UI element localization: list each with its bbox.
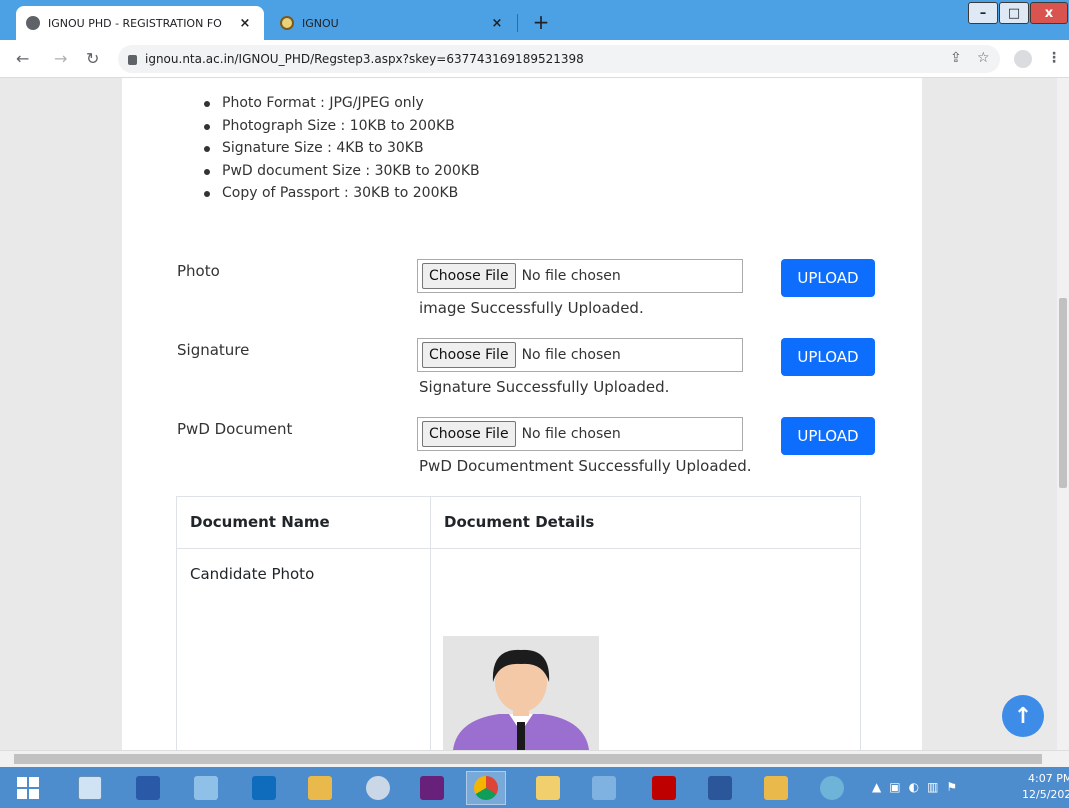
reload-icon[interactable]: ↻ [86,49,99,68]
clock-date: 12/5/2021 [1022,788,1069,801]
bookmark-star-icon[interactable]: ☆ [977,50,990,66]
chrome-icon[interactable] [466,771,506,805]
list-item: Copy of Passport : 30KB to 200KB [200,182,480,205]
lock-icon [128,55,137,65]
horizontal-scrollbar[interactable] [0,750,1069,767]
profile-avatar-icon[interactable] [1014,50,1032,68]
word-icon[interactable] [700,771,740,805]
tab-ignou[interactable]: IGNOU × [270,6,516,40]
choose-file-button[interactable]: Choose File [422,263,516,289]
file-status: No file chosen [521,268,621,284]
photo-file-input[interactable]: Choose File No file chosen [417,259,743,293]
choose-file-button[interactable]: Choose File [422,342,516,368]
ignou-logo-icon [280,16,294,30]
browser-toolbar: ← → ↻ ignou.nta.ac.in/IGNOU_PHD/Regstep3… [0,40,1069,78]
filezilla-icon[interactable] [644,771,684,805]
file-status: No file chosen [521,347,621,363]
pwd-document-upload-message: PwD Documentment Successfully Uploaded. [419,457,752,475]
back-to-top-button[interactable]: ↑ [1002,695,1044,737]
candidate-photo [443,636,599,750]
tray-app-icon[interactable]: ▣ [889,780,900,794]
windows-start-icon[interactable] [8,771,48,805]
vertical-scrollbar[interactable] [1057,78,1069,750]
pwd-document-upload-button[interactable]: UPLOAD [781,417,875,455]
close-tab-icon[interactable]: × [488,16,506,31]
close-tab-icon[interactable]: × [236,16,254,31]
photo-label: Photo [177,262,220,280]
list-item: Signature Size : 4KB to 30KB [200,137,480,160]
column-header: Document Name [176,496,431,549]
signature-file-input[interactable]: Choose File No file chosen [417,338,743,372]
control-panel-icon[interactable] [186,771,226,805]
clock-time: 4:07 PM [1028,772,1069,785]
signal-icon[interactable]: ▥ [927,780,938,794]
photo-upload-message: image Successfully Uploaded. [419,299,644,317]
signature-label: Signature [177,341,250,359]
taskbar-clock[interactable]: 4:07 PM 12/5/2021 [1022,771,1069,803]
globe-icon [26,16,40,30]
scrollbar-thumb[interactable] [14,754,1042,764]
powershell-icon[interactable] [128,771,168,805]
tray-expand-icon[interactable]: ▲ [872,780,881,794]
close-window-button[interactable]: x [1030,2,1068,24]
tools-icon[interactable] [756,771,796,805]
pwd-document-label: PwD Document [177,420,293,438]
tab-ignou-phd-registration[interactable]: IGNOU PHD - REGISTRATION FO × [16,6,264,40]
avatar-placeholder-icon [443,636,599,750]
volume-icon[interactable]: ◐ [909,780,919,794]
forward-arrow-icon[interactable]: → [54,49,67,68]
choose-file-button[interactable]: Choose File [422,421,516,447]
windows-taskbar: ▲ ▣ ◐ ▥ ⚑ 4:07 PM 12/5/2021 [0,767,1069,808]
tab-title: IGNOU PHD - REGISTRATION FO [48,16,222,30]
file-status: No file chosen [521,426,621,442]
upload-requirements-list: Photo Format : JPG/JPEG only Photograph … [200,92,480,205]
share-icon[interactable]: ⇪ [950,50,962,66]
table-header-row: Document Name Document Details [176,496,861,549]
new-tab-button[interactable]: + [528,10,554,34]
list-item: Photograph Size : 10KB to 200KB [200,115,480,138]
tab-separator [517,14,518,32]
list-item: Photo Format : JPG/JPEG only [200,92,480,115]
signature-upload-message: Signature Successfully Uploaded. [419,378,670,396]
outlook-icon[interactable] [244,771,284,805]
back-arrow-icon[interactable]: ← [16,49,29,68]
url-text: ignou.nta.ac.in/IGNOU_PHD/Regstep3.aspx?… [145,52,584,66]
file-explorer-icon[interactable] [528,771,568,805]
paint-icon[interactable] [358,771,398,805]
network-icon[interactable] [812,771,852,805]
minimize-button[interactable]: – [968,2,998,24]
system-tray: ▲ ▣ ◐ ▥ ⚑ [872,769,957,805]
server-manager-icon[interactable] [70,771,110,805]
tools-icon[interactable] [300,771,340,805]
column-header: Document Details [430,496,861,549]
signature-upload-button[interactable]: UPLOAD [781,338,875,376]
scrollbar-thumb[interactable] [1059,298,1067,488]
list-item: PwD document Size : 30KB to 200KB [200,160,480,183]
tab-title: IGNOU [302,16,339,30]
menu-kebab-icon[interactable]: ⋮ [1047,50,1061,66]
flag-icon[interactable]: ⚑ [946,780,957,794]
browser-tab-strip: IGNOU PHD - REGISTRATION FO × IGNOU × + … [0,0,1069,40]
maximize-button[interactable]: □ [999,2,1029,24]
app-icon[interactable] [584,771,624,805]
address-bar[interactable]: ignou.nta.ac.in/IGNOU_PHD/Regstep3.aspx?… [118,45,1000,73]
pwd-document-file-input[interactable]: Choose File No file chosen [417,417,743,451]
visual-studio-icon[interactable] [412,771,452,805]
photo-upload-button[interactable]: UPLOAD [781,259,875,297]
